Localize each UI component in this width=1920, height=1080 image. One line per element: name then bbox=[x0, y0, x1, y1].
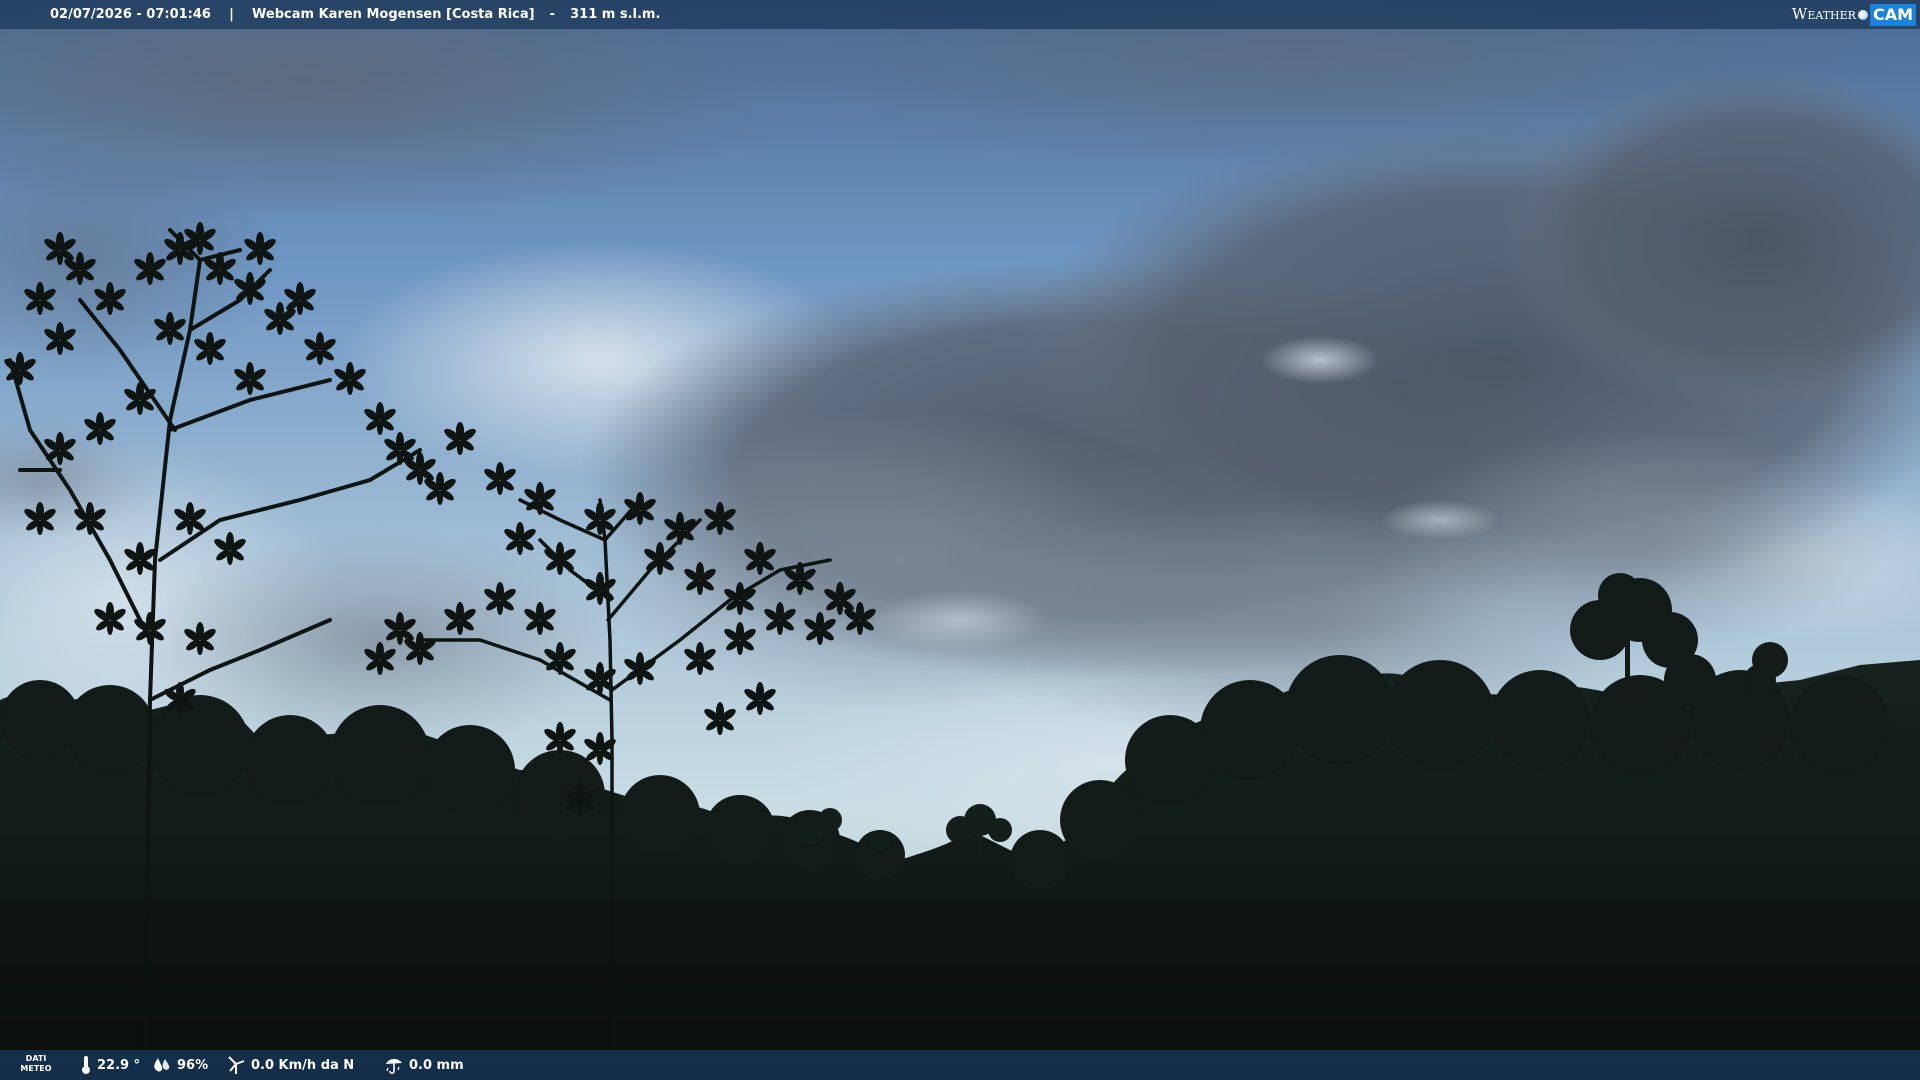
top-info-bar: 02/07/2026 - 07:01:46 | Webcam Karen Mog… bbox=[0, 0, 1920, 29]
humidity-value: 96% bbox=[177, 1057, 209, 1073]
rain-gauge-icon bbox=[386, 1058, 402, 1075]
wind-turbine-icon bbox=[228, 1056, 245, 1074]
webcam-image bbox=[0, 0, 1920, 1080]
title-dash: - bbox=[549, 7, 556, 22]
altitude: 311 m s.l.m. bbox=[570, 7, 661, 22]
weather-data-label: DATI METEO bbox=[19, 1054, 53, 1074]
humidity-drop-icon bbox=[154, 1058, 170, 1072]
weather-data-bar: DATI METEO 22.9 ° 96% 0.0 Km/h da N 0.0 … bbox=[0, 1050, 1920, 1080]
wind-reading: 0.0 Km/h da N bbox=[226, 1050, 354, 1080]
datetime-stamp: 02/07/2026 - 07:01:46 bbox=[50, 7, 211, 22]
temperature-value: 22.9 ° bbox=[97, 1057, 141, 1073]
wind-value: 0.0 Km/h da N bbox=[251, 1057, 355, 1073]
rain-value: 0.0 mm bbox=[409, 1057, 464, 1073]
sun-icon bbox=[1857, 9, 1868, 20]
humidity-reading: 96% bbox=[152, 1050, 208, 1080]
logo-cam: CAM bbox=[1869, 3, 1916, 26]
weather-label-line1: DATI bbox=[25, 1054, 47, 1063]
weathercam-logo: Weather CAM bbox=[1792, 0, 1920, 29]
temperature-reading: 22.9 ° bbox=[80, 1050, 140, 1080]
logo-word: Weather bbox=[1791, 5, 1856, 23]
rain-reading: 0.0 mm bbox=[384, 1050, 464, 1080]
separator: | bbox=[229, 7, 234, 22]
weather-label-line2: METEO bbox=[20, 1064, 52, 1073]
webcam-title: Webcam Karen Mogensen [Costa Rica] bbox=[252, 7, 535, 22]
thermometer-icon bbox=[82, 1056, 90, 1074]
landscape-scene bbox=[0, 0, 1920, 1080]
